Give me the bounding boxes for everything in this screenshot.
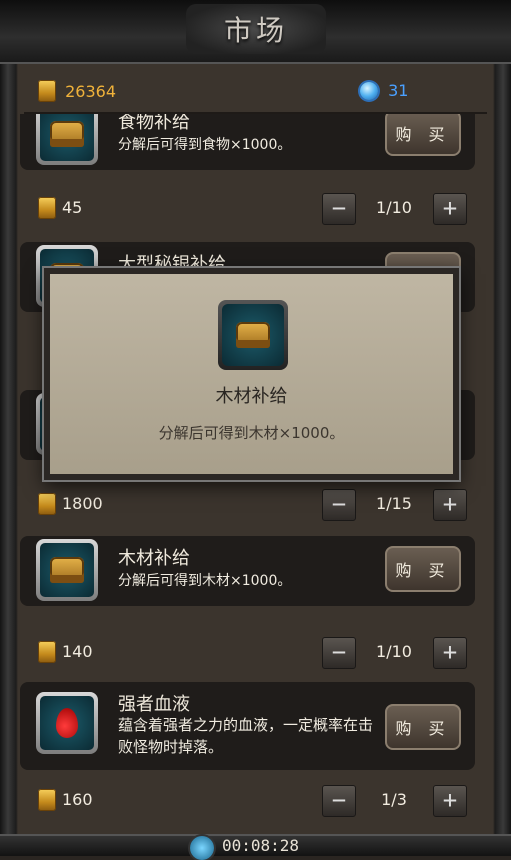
item-price: 45 — [62, 198, 83, 217]
item-price: 160 — [62, 790, 93, 809]
top-bar: 市场 — [0, 0, 511, 64]
popup-icon-frame — [218, 300, 288, 370]
chest-icon — [50, 557, 84, 583]
gem-balance: 31 — [360, 80, 408, 100]
decrease-button[interactable]: − — [322, 193, 356, 225]
gold-coin-icon — [38, 789, 56, 811]
item-desc: 蕴含着强者之力的血液，一定概率在击败怪物时掉落。 — [118, 716, 374, 756]
item-name: 木材补给 — [118, 548, 190, 569]
item-price: 140 — [62, 642, 93, 661]
decrease-button[interactable]: − — [322, 637, 356, 669]
gold-coin-icon — [38, 493, 56, 515]
page-title: 市场 — [223, 14, 288, 47]
gold-coin-icon — [38, 80, 56, 102]
decrease-button[interactable]: − — [322, 489, 356, 521]
item-detail-popup[interactable]: 木材补给 分解后可得到木材×1000。 — [44, 268, 459, 480]
item-desc: 分解后可得到食物×1000。 — [118, 137, 292, 153]
title-plate: 市场 — [186, 4, 326, 54]
chest-icon — [236, 322, 270, 348]
gold-coin-icon — [38, 197, 56, 219]
item-name: 食物补给 — [118, 114, 190, 133]
increase-button[interactable]: + — [433, 193, 467, 225]
popup-desc: 分解后可得到木材×1000。 — [158, 424, 345, 442]
chest-icon — [50, 121, 84, 147]
increase-button[interactable]: + — [433, 489, 467, 521]
currency-bar: 26364 31 — [24, 72, 487, 114]
gem-value: 31 — [388, 81, 409, 100]
increase-button[interactable]: + — [433, 785, 467, 817]
item-icon-frame — [36, 692, 98, 754]
price-row: 140 − 1/10 + — [20, 636, 475, 669]
gold-coin-icon — [38, 641, 56, 663]
item-count: 1/10 — [376, 198, 412, 217]
popup-title: 木材补给 — [215, 386, 288, 407]
item-name: 强者血液 — [118, 694, 190, 715]
buy-button[interactable]: 购 买 — [385, 114, 461, 156]
gold-value: 26364 — [65, 81, 116, 101]
item-desc: 分解后可得到木材×1000。 — [118, 573, 292, 589]
list-item: 食物补给 分解后可得到食物×1000。 购 买 — [20, 114, 475, 170]
gold-balance: 26364 — [38, 80, 116, 102]
item-icon-frame — [36, 539, 98, 601]
blood-drop-icon — [56, 708, 78, 738]
item-count: 1/15 — [376, 494, 412, 513]
price-row: 45 − 1/10 + — [20, 192, 475, 225]
increase-button[interactable]: + — [433, 637, 467, 669]
item-count: 1/10 — [376, 642, 412, 661]
price-row: 160 − 1/3 + — [20, 784, 475, 817]
buy-button[interactable]: 购 买 — [385, 546, 461, 592]
buy-button[interactable]: 购 买 — [385, 704, 461, 750]
decrease-button[interactable]: − — [322, 785, 356, 817]
item-icon-frame — [36, 114, 98, 165]
timer: 00:08:28 — [222, 836, 300, 855]
list-item: 强者血液 蕴含着强者之力的血液，一定概率在击败怪物时掉落。 购 买 — [20, 682, 475, 770]
item-count: 1/3 — [381, 790, 407, 809]
item-price: 1800 — [62, 494, 103, 513]
price-row: 1800 − 1/15 + — [20, 488, 475, 521]
list-item: 木材补给 分解后可得到木材×1000。 购 买 — [20, 536, 475, 606]
gem-icon — [360, 81, 378, 100]
clock-icon — [190, 836, 214, 860]
